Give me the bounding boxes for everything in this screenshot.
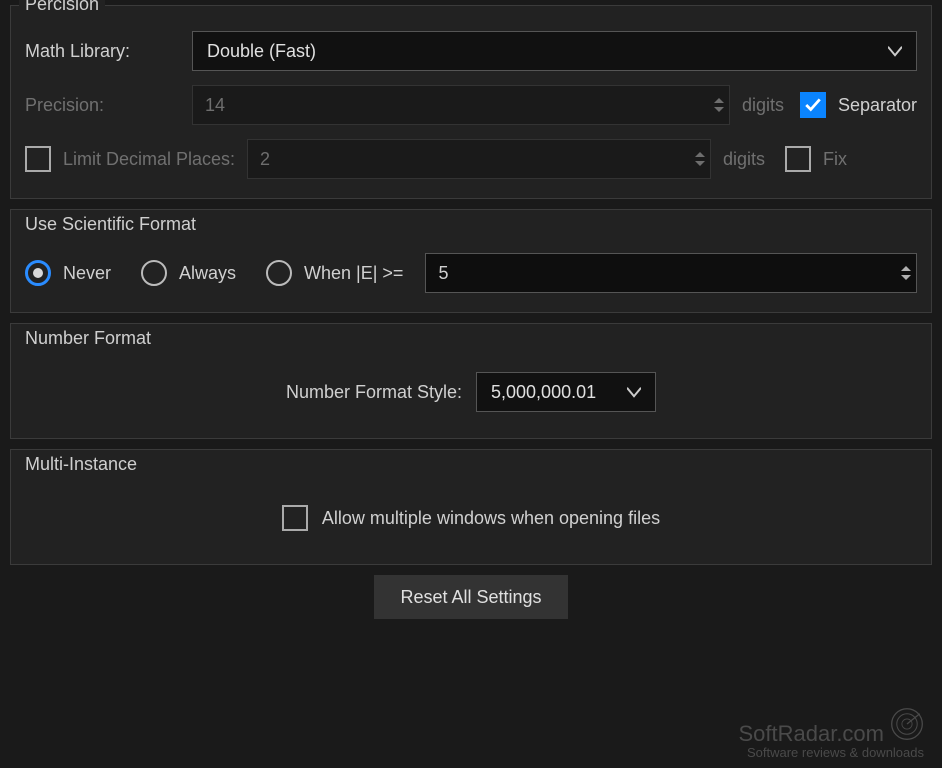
number-format-style-value: 5,000,000.01 [491, 382, 596, 403]
group-precision: Percision Math Library: Double (Fast) Pr… [10, 5, 932, 199]
limit-decimal-value: 2 [248, 140, 690, 178]
radio-always[interactable] [141, 260, 167, 286]
watermark: SoftRadar.com Software reviews & downloa… [738, 707, 924, 760]
radio-always-label: Always [179, 263, 236, 284]
group-number-format: Number Format Number Format Style: 5,000… [10, 323, 932, 439]
radio-when[interactable] [266, 260, 292, 286]
group-scientific: Use Scientific Format Never Always When … [10, 209, 932, 313]
scientific-threshold-spinner[interactable] [896, 254, 916, 292]
precision-label: Precision: [25, 95, 180, 116]
radio-when-label: When |E| >= [304, 263, 403, 284]
limit-decimal-spinbox[interactable]: 2 [247, 139, 711, 179]
fix-label: Fix [823, 149, 847, 170]
chevron-down-icon [888, 44, 902, 58]
number-format-style-label: Number Format Style: [286, 382, 462, 403]
math-library-value: Double (Fast) [207, 41, 316, 62]
number-format-style-combo[interactable]: 5,000,000.01 [476, 372, 656, 412]
precision-unit: digits [742, 95, 788, 116]
reset-button[interactable]: Reset All Settings [374, 575, 567, 619]
math-library-label: Math Library: [25, 41, 180, 62]
scientific-threshold-value: 5 [426, 254, 896, 292]
limit-decimal-spinner[interactable] [690, 140, 710, 178]
radio-never-label: Never [63, 263, 111, 284]
group-title-number-format: Number Format [19, 328, 157, 349]
group-title-scientific: Use Scientific Format [19, 214, 202, 235]
chevron-down-icon [627, 385, 641, 399]
radio-never[interactable] [25, 260, 51, 286]
watermark-brand: SoftRadar.com [738, 721, 884, 747]
watermark-tagline: Software reviews & downloads [738, 745, 924, 760]
allow-multiple-label: Allow multiple windows when opening file… [322, 508, 660, 529]
limit-decimal-unit: digits [723, 149, 769, 170]
group-title-multi-instance: Multi-Instance [19, 454, 143, 475]
footer: Reset All Settings [10, 575, 932, 619]
arrow-up-icon [714, 98, 724, 103]
allow-multiple-checkbox[interactable] [282, 505, 308, 531]
group-multi-instance: Multi-Instance Allow multiple windows wh… [10, 449, 932, 565]
math-library-combo[interactable]: Double (Fast) [192, 31, 917, 71]
arrow-down-icon [714, 107, 724, 112]
group-title-precision: Percision [19, 0, 105, 15]
separator-label: Separator [838, 95, 917, 116]
limit-decimal-checkbox[interactable] [25, 146, 51, 172]
radar-icon [890, 707, 924, 747]
precision-spinner[interactable] [709, 86, 729, 124]
limit-decimal-label: Limit Decimal Places: [63, 149, 235, 170]
precision-spinbox[interactable]: 14 [192, 85, 730, 125]
fix-checkbox[interactable] [785, 146, 811, 172]
precision-value: 14 [193, 86, 709, 124]
arrow-down-icon [901, 275, 911, 280]
arrow-down-icon [695, 161, 705, 166]
arrow-up-icon [695, 152, 705, 157]
arrow-up-icon [901, 266, 911, 271]
scientific-threshold-spinbox[interactable]: 5 [425, 253, 917, 293]
separator-checkbox[interactable] [800, 92, 826, 118]
